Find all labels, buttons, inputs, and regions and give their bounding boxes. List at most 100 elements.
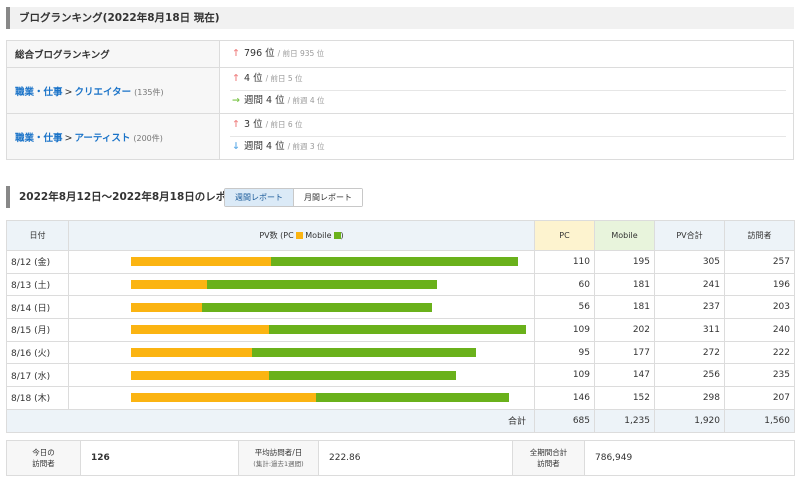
row-date: 8/13 (土) — [6, 272, 69, 297]
row-pv-total: 305 — [654, 250, 725, 274]
row-visitors: 240 — [724, 318, 795, 342]
row-visitors: 203 — [724, 295, 795, 320]
row-visitors: 257 — [724, 250, 795, 274]
mobile-legend-swatch — [333, 232, 341, 239]
rank-prev: / 前週 3 位 — [287, 142, 325, 151]
row-mobile: 177 — [594, 340, 655, 365]
total-visitors: 1,560 — [724, 408, 795, 433]
mobile-bar — [202, 302, 432, 312]
row-date: 8/14 (日) — [6, 295, 69, 320]
mobile-bar — [269, 370, 457, 380]
breadcrumb-separator: > — [64, 132, 73, 144]
table-row: 8/16 (火) 95 177 272 222 — [6, 340, 795, 365]
tab-monthly-report[interactable]: 月間レポート — [293, 189, 362, 206]
ranking-title: ブログランキング(2022年8月18日 現在) — [6, 7, 794, 29]
rank-entry: ↑ 4 位 / 前日 5 位 — [230, 69, 303, 89]
row-pc: 110 — [534, 250, 595, 274]
mobile-bar — [207, 280, 438, 290]
row-date: 8/12 (金) — [6, 250, 69, 274]
row-visitors: 222 — [724, 340, 795, 365]
row-pv-total: 311 — [654, 318, 725, 342]
row-mobile: 202 — [594, 318, 655, 342]
pv-bar-cell — [68, 318, 535, 342]
today-visitors-value: 126 — [80, 440, 239, 476]
total-row: 合計 685 1,235 1,920 1,560 — [6, 408, 795, 433]
row-pv-total: 272 — [654, 340, 725, 365]
pv-bar-cell — [68, 386, 535, 410]
total-mobile: 1,235 — [594, 408, 655, 433]
row-mobile: 152 — [594, 386, 655, 410]
rank-prev: / 前日 6 位 — [265, 120, 303, 129]
rank-up-arrow-icon: ↑ — [232, 119, 240, 130]
pc-legend-swatch — [295, 232, 303, 239]
category-link-job[interactable]: 職業・仕事 — [15, 133, 63, 144]
col-header-visitors: 訪問者 — [724, 220, 795, 251]
table-row: 8/17 (水) 109 147 256 235 — [6, 363, 795, 388]
row-mobile: 181 — [594, 295, 655, 320]
pc-bar — [131, 348, 252, 358]
pc-bar — [131, 280, 208, 290]
row-pv-total: 298 — [654, 386, 725, 410]
row-visitors: 196 — [724, 272, 795, 297]
row-pc: 109 — [534, 318, 595, 342]
row-pc: 146 — [534, 386, 595, 410]
row-pv-total: 241 — [654, 272, 725, 297]
rank-entry-weekly: ↓ 週間 4 位 / 前週 3 位 — [230, 137, 325, 157]
rank-prev: / 前日 935 位 — [277, 49, 325, 58]
pv-report-table: 日付 PV数 (PC Mobile) PC Mobile PV合計 訪問者 8/… — [6, 220, 795, 433]
table-row: 8/12 (金) 110 195 305 257 — [6, 250, 795, 274]
ranking-label-overall: 総合ブログランキング — [15, 50, 110, 61]
col-header-date: 日付 — [6, 220, 69, 251]
row-mobile: 195 — [594, 250, 655, 274]
total-label: 合計 — [6, 408, 535, 433]
pc-bar — [131, 325, 270, 335]
total-visitors-label: 全期間合計 訪問者 — [512, 440, 585, 476]
category-count: (135件) — [134, 87, 164, 97]
pc-bar — [131, 370, 270, 380]
pv-bar-cell — [68, 295, 535, 320]
rank-entry: ↑ 3 位 / 前日 6 位 — [230, 115, 303, 135]
table-row: 8/15 (月) 109 202 311 240 — [6, 318, 795, 342]
report-tabs: 週間レポート 月間レポート — [224, 188, 363, 207]
rank-prev: / 前週 4 位 — [287, 96, 325, 105]
tab-weekly-report[interactable]: 週間レポート — [225, 189, 293, 206]
rank-flat-arrow-icon: → — [232, 95, 240, 106]
category-link-creator[interactable]: クリエイター — [74, 87, 131, 98]
col-header-pv-total: PV合計 — [654, 220, 725, 251]
row-date: 8/17 (水) — [6, 363, 69, 388]
row-date: 8/16 (火) — [6, 340, 69, 365]
pc-bar — [131, 393, 317, 403]
row-date: 8/18 (木) — [6, 386, 69, 410]
row-date: 8/15 (月) — [6, 318, 69, 342]
pv-bar-cell — [68, 272, 535, 297]
col-header-pv: PV数 (PC Mobile) — [68, 220, 535, 251]
row-visitors: 235 — [724, 363, 795, 388]
ranking-row-artist: 職業・仕事 > アーティスト (200件) ↑ 3 位 / 前日 6 位 ↓ 週間 4 位 /… — [7, 114, 793, 159]
rank-value: 796 位 — [244, 48, 275, 59]
col-header-mobile: Mobile — [594, 220, 655, 251]
rank-up-arrow-icon: ↑ — [232, 73, 240, 84]
rank-value: 4 位 — [244, 73, 263, 84]
breadcrumb-separator: > — [64, 86, 73, 98]
row-pc: 109 — [534, 363, 595, 388]
today-visitors-label: 今日の 訪問者 — [6, 440, 81, 476]
pv-bar-cell — [68, 363, 535, 388]
row-visitors: 207 — [724, 386, 795, 410]
table-row: 8/13 (土) 60 181 241 196 — [6, 272, 795, 297]
category-count: (200件) — [133, 133, 163, 143]
mobile-bar — [251, 348, 477, 358]
row-mobile: 147 — [594, 363, 655, 388]
rank-up-arrow-icon: ↑ — [232, 48, 240, 59]
total-visitors-value: 786,949 — [584, 440, 795, 476]
pc-bar — [131, 257, 271, 267]
pc-bar — [131, 302, 203, 312]
rank-prev: / 前日 5 位 — [265, 74, 303, 83]
category-link-job[interactable]: 職業・仕事 — [15, 87, 63, 98]
table-header-row: 日付 PV数 (PC Mobile) PC Mobile PV合計 訪問者 — [6, 220, 795, 251]
row-pv-total: 256 — [654, 363, 725, 388]
total-pv: 1,920 — [654, 408, 725, 433]
category-link-artist[interactable]: アーティスト — [74, 133, 130, 144]
rank-entry: ↑ 796 位 / 前日 935 位 — [230, 44, 324, 64]
rank-value: 3 位 — [244, 119, 263, 130]
row-pc: 95 — [534, 340, 595, 365]
